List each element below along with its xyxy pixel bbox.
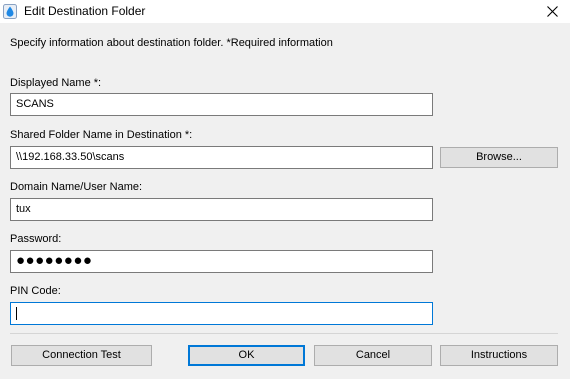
displayed-name-input[interactable]: SCANS <box>10 93 433 116</box>
domain-user-label: Domain Name/User Name: <box>10 181 143 193</box>
shared-folder-value: \\192.168.33.50\scans <box>16 151 125 163</box>
displayed-name-label: Displayed Name *: <box>10 77 102 89</box>
title-bar: Edit Destination Folder <box>0 0 570 23</box>
password-value: ●●●●●●●● <box>16 252 93 269</box>
close-icon <box>547 6 558 17</box>
instructions-button[interactable]: Instructions <box>440 345 558 366</box>
domain-user-value: tux <box>16 203 31 215</box>
ok-button[interactable]: OK <box>188 345 305 366</box>
instructions-text: Specify information about destination fo… <box>10 37 333 49</box>
domain-user-input[interactable]: tux <box>10 198 433 221</box>
window-title: Edit Destination Folder <box>24 4 146 18</box>
displayed-name-value: SCANS <box>16 98 54 110</box>
pin-code-input[interactable] <box>10 302 433 325</box>
text-caret <box>16 307 17 320</box>
water-drop-icon <box>3 4 17 19</box>
cancel-button[interactable]: Cancel <box>314 345 432 366</box>
shared-folder-input[interactable]: \\192.168.33.50\scans <box>10 146 433 169</box>
password-label: Password: <box>10 233 62 245</box>
dialog-body: Specify information about destination fo… <box>0 23 570 379</box>
close-button[interactable] <box>536 0 570 23</box>
connection-test-button[interactable]: Connection Test <box>11 345 152 366</box>
pin-code-label: PIN Code: <box>10 285 61 297</box>
browse-button[interactable]: Browse... <box>440 147 558 168</box>
shared-folder-label: Shared Folder Name in Destination *: <box>10 129 193 141</box>
password-input[interactable]: ●●●●●●●● <box>10 250 433 273</box>
separator <box>10 333 558 334</box>
